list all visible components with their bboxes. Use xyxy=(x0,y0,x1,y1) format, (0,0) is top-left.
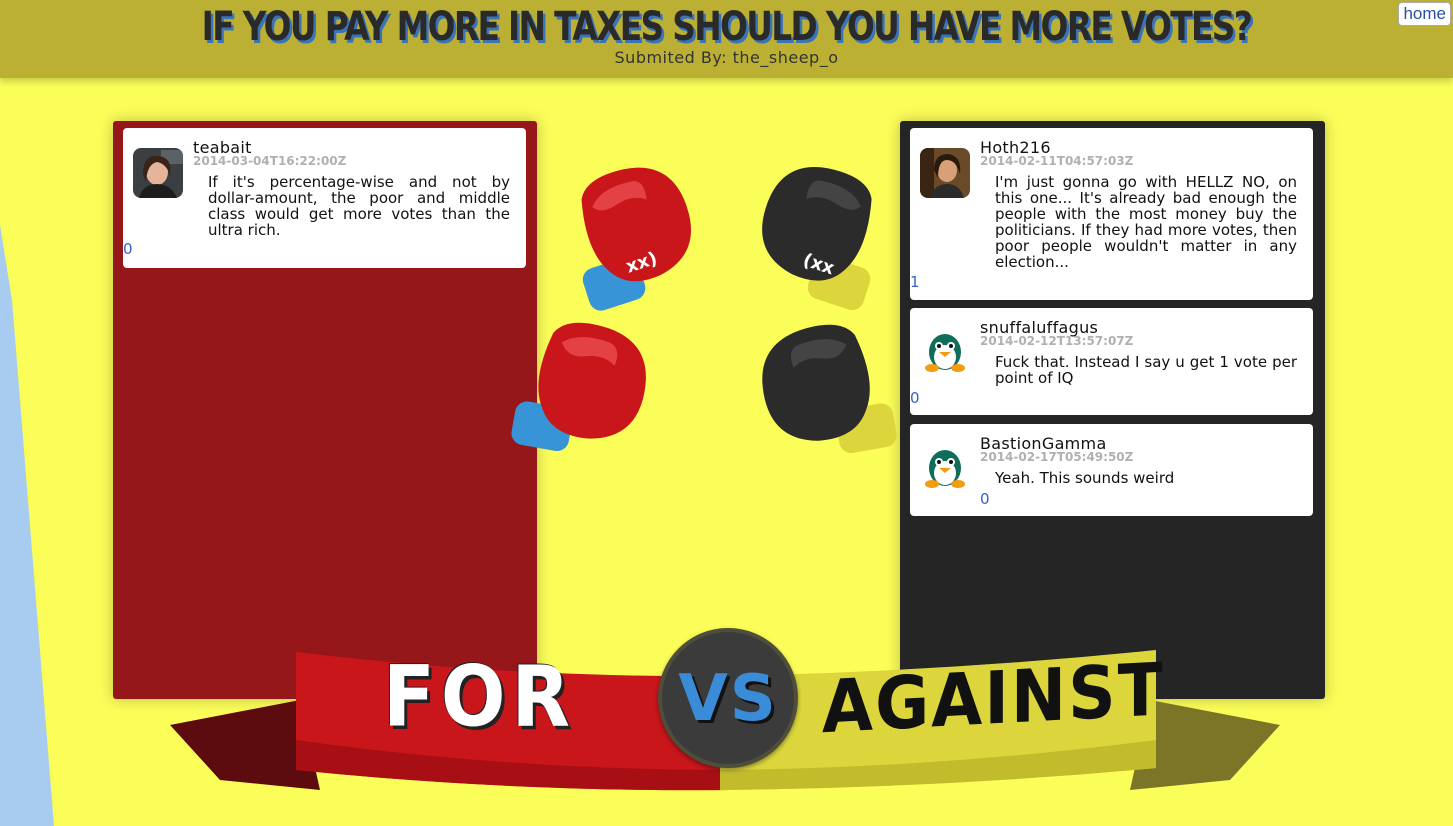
vote-count[interactable]: 0 xyxy=(980,490,990,508)
comment-card: teabait 2014-03-04T16:22:00Z If it's per… xyxy=(123,128,526,268)
comment-text: I'm just gonna go with HELLZ NO, on this… xyxy=(995,173,1297,271)
comment-text: Yeah. This sounds weird xyxy=(995,469,1175,487)
vote-count[interactable]: 1 xyxy=(910,273,920,291)
header-bar: IF YOU PAY MORE IN TAXES SHOULD YOU HAVE… xyxy=(0,0,1453,78)
page-title: IF YOU PAY MORE IN TAXES SHOULD YOU HAVE… xyxy=(201,4,1253,50)
penguin-avatar-icon[interactable] xyxy=(920,440,970,490)
for-column: teabait 2014-03-04T16:22:00Z If it's per… xyxy=(113,121,537,699)
red-glove-icon xyxy=(511,322,646,452)
vs-label: VS xyxy=(678,662,778,736)
against-label: AGAINST xyxy=(822,647,1165,750)
comment-timestamp: 2014-02-12T13:57:07Z xyxy=(980,334,1134,348)
for-label: FOR xyxy=(383,647,577,746)
photo-avatar-icon[interactable] xyxy=(133,148,183,198)
boxing-gloves-illustration: xx) (xx xyxy=(511,160,900,454)
against-column: Hoth216 2014-02-11T04:57:03Z I'm just go… xyxy=(900,121,1325,699)
comment-card: BastionGamma 2014-02-17T05:49:50Z Yeah. … xyxy=(910,424,1313,516)
comment-text: Fuck that. Instead I say u get 1 vote pe… xyxy=(995,353,1297,387)
red-glove-vote-icon[interactable]: xx) xyxy=(554,160,710,314)
comment-card: snuffaluffagus 2014-02-12T13:57:07Z Fuck… xyxy=(910,308,1313,415)
comment-card: Hoth216 2014-02-11T04:57:03Z I'm just go… xyxy=(910,128,1313,300)
penguin-avatar-icon[interactable] xyxy=(920,324,970,374)
comment-text: If it's percentage-wise and not by dolla… xyxy=(208,173,510,239)
submitted-by: Submited By: the_sheep_o xyxy=(614,48,839,67)
vote-count[interactable]: 0 xyxy=(910,389,920,407)
comment-timestamp: 2014-03-04T16:22:00Z xyxy=(193,154,347,168)
comment-timestamp: 2014-02-11T04:57:03Z xyxy=(980,154,1134,168)
dark-glove-vote-icon[interactable]: (xx xyxy=(744,160,900,313)
dark-glove-icon xyxy=(762,324,897,454)
vote-count[interactable]: 0 xyxy=(123,240,133,258)
comment-timestamp: 2014-02-17T05:49:50Z xyxy=(980,450,1134,464)
photo-avatar-icon[interactable] xyxy=(920,148,970,198)
home-button[interactable]: home xyxy=(1398,2,1451,26)
vs-badge: VS xyxy=(658,628,798,768)
